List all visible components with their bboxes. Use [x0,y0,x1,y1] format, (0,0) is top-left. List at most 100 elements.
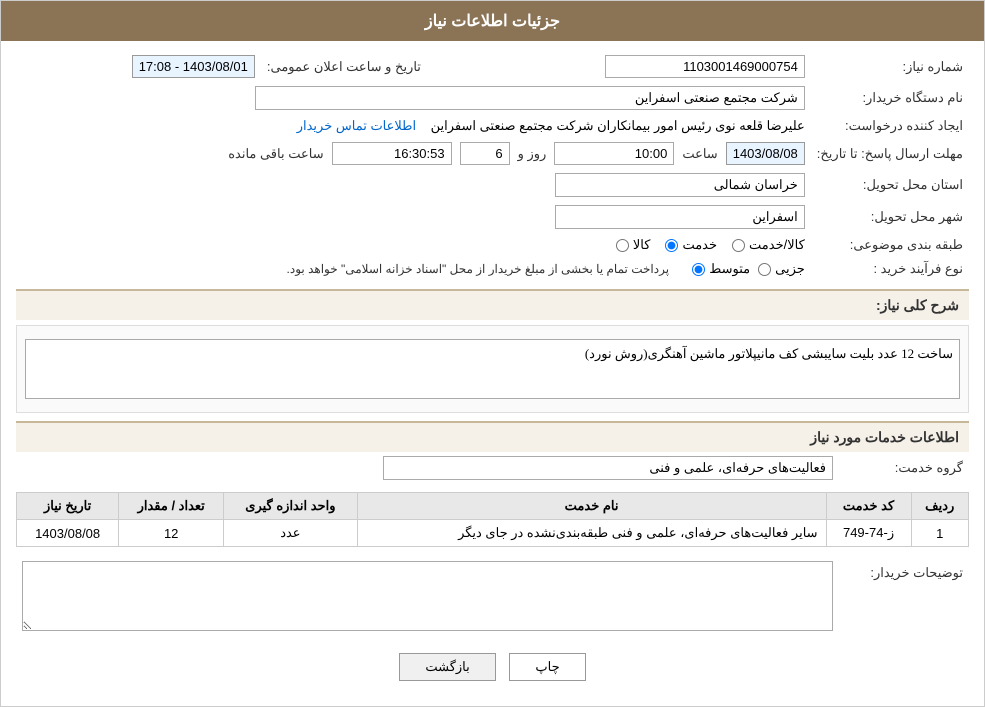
row-purchase-type: نوع فرآیند خرید : جزیی متوسط پرداخت تمام… [16,257,969,281]
col-header-service-name: نام خدمت [357,493,826,520]
cell-row-num: 1 [911,520,968,547]
category-kala-option[interactable]: کالا [616,237,651,253]
buyer-comments-label: توضیحات خریدار: [839,557,969,638]
announce-date-value: 1403/08/01 - 17:08 [16,51,261,82]
response-deadline-label: مهلت ارسال پاسخ: تا تاریخ: [811,138,969,169]
services-section-title: اطلاعات خدمات مورد نیاز [16,421,969,452]
print-button[interactable]: چاپ [509,653,585,681]
main-content: شماره نیاز: 1103001469000754 تاریخ و ساع… [1,41,984,706]
announce-date-display: 1403/08/01 - 17:08 [132,55,255,78]
row-buyer-comments: توضیحات خریدار: [16,557,969,638]
response-days-display: 6 [460,142,510,165]
purchase-jozei-radio[interactable] [758,263,771,276]
response-date-display: 1403/08/08 [726,142,805,165]
buyer-org-value: شرکت مجتمع صنعتی اسفراین [16,82,811,114]
back-button[interactable]: بازگشت [399,653,495,681]
response-time-display: 10:00 [554,142,674,165]
purchase-type-inline: جزیی متوسط پرداخت تمام یا بخشی از مبلغ خ… [22,261,805,277]
info-table: شماره نیاز: 1103001469000754 تاریخ و ساع… [16,51,969,281]
service-group-display: فعالیت‌های حرفه‌ای، علمی و فنی [383,456,833,480]
purchase-type-label: نوع فرآیند خرید : [811,257,969,281]
city-display: اسفراین [555,205,805,229]
description-value: ساخت 12 عدد بلیت سایبشی کف مانیپلاتور ما… [25,339,960,399]
category-label: طبقه بندی موضوعی: [811,233,969,257]
creator-contact-link[interactable]: اطلاعات تماس خریدار [297,118,416,133]
services-table-body: 1 ز-74-749 سایر فعالیت‌های حرفه‌ای، علمی… [17,520,969,547]
province-display: خراسان شمالی [555,173,805,197]
category-value: کالا/خدمت خدمت کالا [16,233,811,257]
response-deadline-value: 1403/08/08 ساعت 10:00 روز و 6 16:30:53 س… [16,138,811,169]
cell-unit: عدد [224,520,358,547]
purchase-type-value: جزیی متوسط پرداخت تمام یا بخشی از مبلغ خ… [16,257,811,281]
description-container: ساخت 12 عدد بلیت سایبشی کف مانیپلاتور ما… [16,325,969,413]
page-title: جزئیات اطلاعات نیاز [425,13,560,30]
purchase-jozei-label: جزیی [775,261,805,277]
days-label: روز و [518,146,547,162]
table-row: 1 ز-74-749 سایر فعالیت‌های حرفه‌ای، علمی… [17,520,969,547]
cell-service-name: سایر فعالیت‌های حرفه‌ای، علمی و فنی طبقه… [357,520,826,547]
row-province: استان محل تحویل: خراسان شمالی [16,169,969,201]
buttons-row: چاپ بازگشت [16,638,969,696]
service-group-value: فعالیت‌های حرفه‌ای، علمی و فنی [16,452,839,484]
purchase-motavaset-radio[interactable] [692,263,705,276]
services-table-header-row: ردیف کد خدمت نام خدمت واحد اندازه گیری ت… [17,493,969,520]
row-city: شهر محل تحویل: اسفراین [16,201,969,233]
col-header-quantity: تعداد / مقدار [119,493,224,520]
page-header: جزئیات اطلاعات نیاز [1,1,984,41]
need-number-value: 1103001469000754 [427,51,811,82]
category-kala-label: کالا [633,237,651,253]
category-khadamat-label: خدمت [682,237,717,253]
row-service-group: گروه خدمت: فعالیت‌های حرفه‌ای، علمی و فن… [16,452,969,484]
need-number-label: شماره نیاز: [811,51,969,82]
purchase-jozei-option[interactable]: جزیی [758,261,805,277]
province-value: خراسان شمالی [16,169,811,201]
category-radio-group: کالا/خدمت خدمت کالا [616,237,805,253]
comments-table: توضیحات خریدار: [16,557,969,638]
service-group-table: گروه خدمت: فعالیت‌های حرفه‌ای، علمی و فن… [16,452,969,484]
row-buyer-org: نام دستگاه خریدار: شرکت مجتمع صنعتی اسفر… [16,82,969,114]
cell-service-code: ز-74-749 [826,520,911,547]
row-creator: ایجاد کننده درخواست: علیرضا قلعه نوی رئی… [16,114,969,138]
services-section-label: اطلاعات خدمات مورد نیاز [810,429,959,445]
category-khadamat-option[interactable]: خدمت [665,237,717,253]
city-value: اسفراین [16,201,811,233]
category-kala-khadamat-radio[interactable] [732,239,745,252]
buyer-org-label: نام دستگاه خریدار: [811,82,969,114]
category-kala-khadamat-label: کالا/خدمت [749,237,805,253]
services-table: ردیف کد خدمت نام خدمت واحد اندازه گیری ت… [16,492,969,547]
row-response-deadline: مهلت ارسال پاسخ: تا تاریخ: 1403/08/08 سا… [16,138,969,169]
announce-date-label: تاریخ و ساعت اعلان عمومی: [261,51,427,82]
purchase-note: پرداخت تمام یا بخشی از مبلغ خریدار از مح… [287,262,670,276]
remaining-label: ساعت باقی مانده [228,146,323,162]
category-kala-khadamat-option[interactable]: کالا/خدمت [732,237,805,253]
page-wrapper: جزئیات اطلاعات نیاز شماره نیاز: 11030014… [0,0,985,707]
category-khadamat-radio[interactable] [665,239,678,252]
time-label: ساعت [682,146,717,162]
creator-display: علیرضا قلعه نوی رئیس امور بیمانکاران شرک… [431,118,805,133]
col-header-service-code: کد خدمت [826,493,911,520]
deadline-inline: 1403/08/08 ساعت 10:00 روز و 6 16:30:53 س… [22,142,805,165]
buyer-comments-input[interactable] [22,561,833,631]
category-kala-radio[interactable] [616,239,629,252]
description-label: شرح کلی نیاز: [876,297,959,313]
service-group-label: گروه خدمت: [839,452,969,484]
col-header-row-num: ردیف [911,493,968,520]
services-table-head: ردیف کد خدمت نام خدمت واحد اندازه گیری ت… [17,493,969,520]
cell-quantity: 12 [119,520,224,547]
creator-label: ایجاد کننده درخواست: [811,114,969,138]
purchase-motavaset-option[interactable]: متوسط [692,261,750,277]
row-need-number: شماره نیاز: 1103001469000754 تاریخ و ساع… [16,51,969,82]
buyer-org-display: شرکت مجتمع صنعتی اسفراین [255,86,805,110]
buyer-comments-value [16,557,839,638]
city-label: شهر محل تحویل: [811,201,969,233]
response-clock-display: 16:30:53 [332,142,452,165]
description-section-title: شرح کلی نیاز: [16,289,969,320]
col-header-unit: واحد اندازه گیری [224,493,358,520]
need-number-display: 1103001469000754 [605,55,805,78]
creator-value: علیرضا قلعه نوی رئیس امور بیمانکاران شرک… [16,114,811,138]
cell-date: 1403/08/08 [17,520,119,547]
purchase-motavaset-label: متوسط [709,261,750,277]
col-header-date: تاریخ نیاز [17,493,119,520]
province-label: استان محل تحویل: [811,169,969,201]
row-category: طبقه بندی موضوعی: کالا/خدمت خدمت کالا [16,233,969,257]
